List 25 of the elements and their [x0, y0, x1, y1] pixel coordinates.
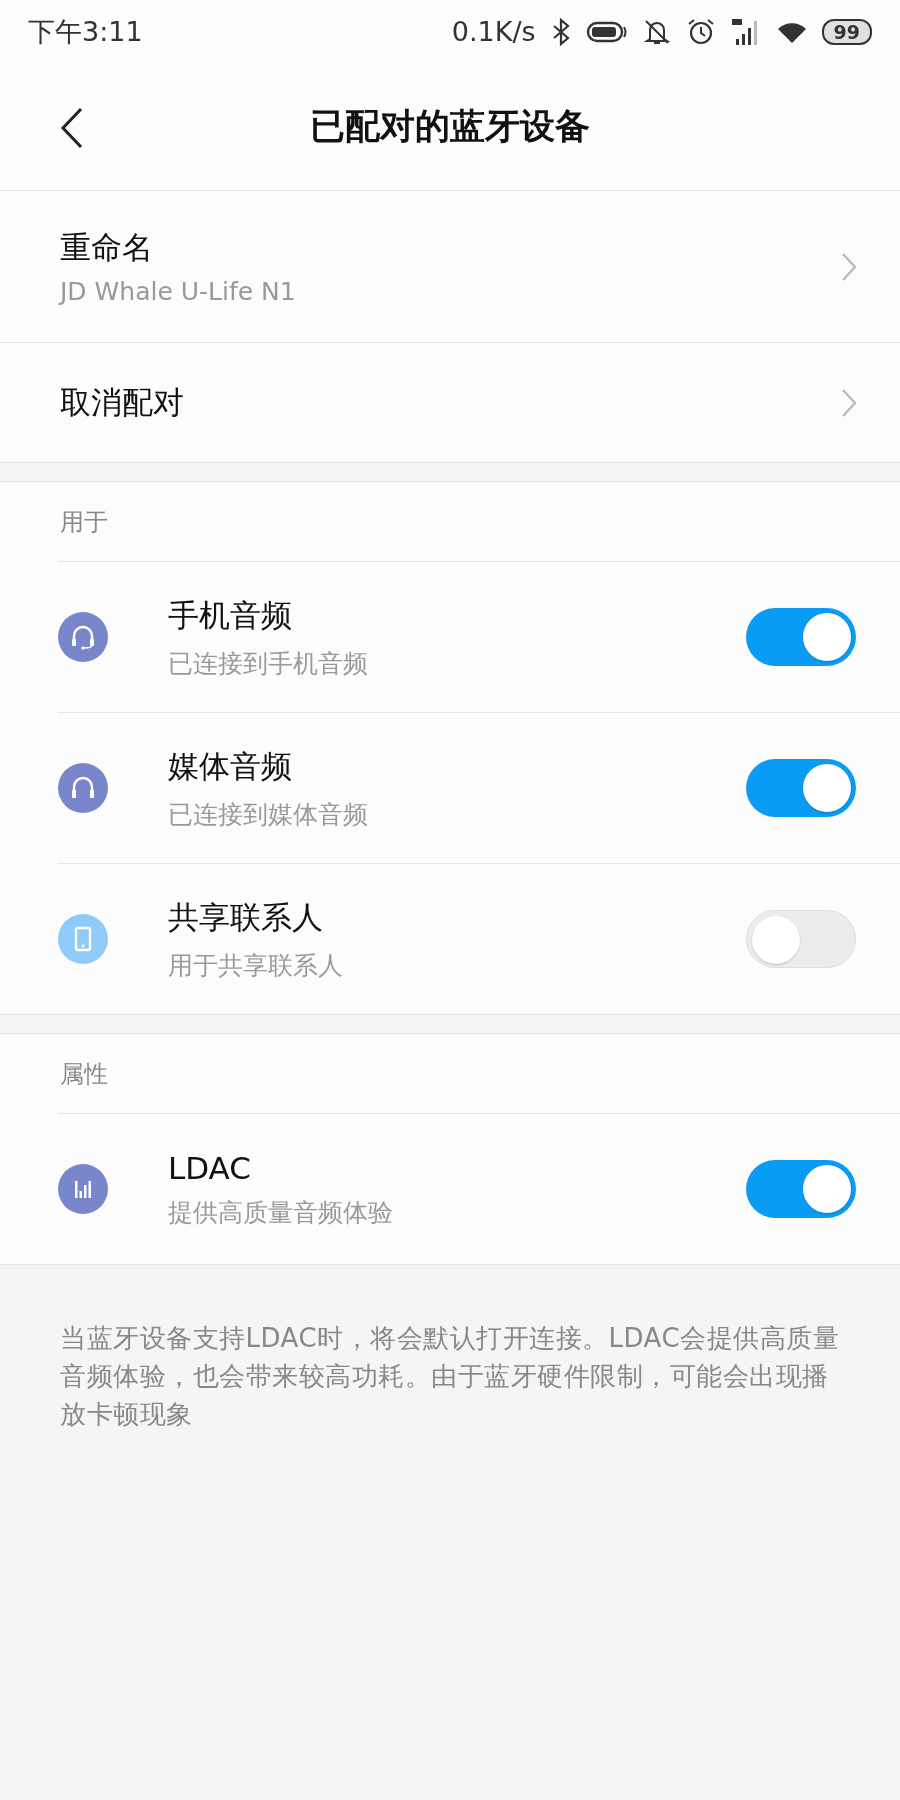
row-subtitle: 已连接到媒体音频	[168, 798, 369, 831]
toggle-switch[interactable]	[746, 759, 856, 817]
battery-level: 99	[821, 18, 872, 45]
toggle-switch[interactable]	[746, 608, 856, 666]
row-subtitle: 用于共享联系人	[168, 949, 344, 982]
row-subtitle: 提供高质量音频体验	[168, 1196, 394, 1229]
row-title: 手机音频	[168, 595, 293, 635]
row-title: 重命名	[60, 228, 154, 267]
row-title: LDAC	[168, 1149, 252, 1186]
row-subtitle: 已连接到手机音频	[168, 647, 369, 680]
section-header: 属性	[60, 1058, 108, 1090]
row-title: 共享联系人	[168, 897, 324, 937]
section-header: 用于	[60, 506, 108, 538]
row-subtitle: JD Whale U-Life N1	[60, 277, 297, 306]
row-title: 取消配对	[60, 382, 185, 422]
toggle-switch[interactable]	[746, 1160, 856, 1218]
status-time: 下午3:11	[28, 14, 143, 49]
network-speed: 0.1K/s	[451, 16, 536, 47]
chevron-icon	[840, 387, 858, 418]
settings-row[interactable]: 取消配对	[0, 342, 900, 462]
settings-row[interactable]: 重命名 JD Whale U-Life N1	[0, 191, 900, 342]
row-title: 媒体音频	[168, 746, 293, 786]
chevron-icon	[840, 251, 858, 282]
page-title: 已配对的蓝牙设备	[310, 105, 590, 148]
footer-note: 当蓝牙设备支持LDAC时，将会默认打开连接。LDAC会提供高质量音频体验，也会带来较高功耗。由于蓝牙硬件限制，可能会出现播放卡顿现象	[59, 1322, 841, 1431]
